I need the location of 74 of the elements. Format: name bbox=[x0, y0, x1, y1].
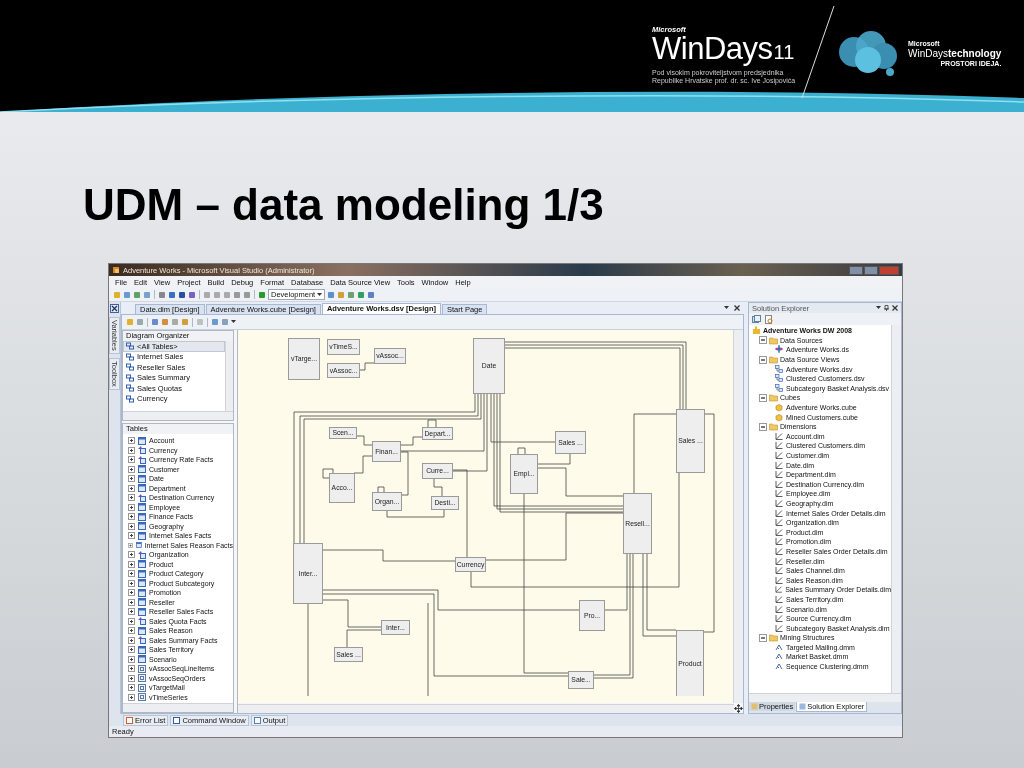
brand-logo-text: WinDays bbox=[652, 31, 773, 66]
dim-icon bbox=[775, 537, 784, 547]
partner-logo-text: WinDays bbox=[908, 48, 948, 59]
tab-icon bbox=[751, 703, 758, 710]
dsv-icon bbox=[775, 364, 784, 374]
dim-icon bbox=[775, 546, 784, 556]
scrollbar[interactable] bbox=[749, 693, 901, 702]
dim-icon bbox=[775, 451, 784, 460]
edition-text: 11 bbox=[773, 41, 795, 63]
partner-logo-bold-text: technology bbox=[948, 48, 1002, 59]
close-button[interactable] bbox=[879, 265, 899, 275]
dim-icon bbox=[775, 431, 784, 441]
dim-icon bbox=[775, 470, 784, 480]
dim-icon bbox=[775, 460, 784, 470]
dim-icon bbox=[775, 566, 784, 576]
tab-icon bbox=[799, 703, 807, 710]
app-icon bbox=[112, 266, 120, 274]
scrollbar[interactable] bbox=[238, 703, 734, 713]
caret-icon bbox=[231, 320, 236, 324]
scrollbar[interactable] bbox=[123, 703, 233, 712]
pan-icon bbox=[734, 703, 743, 713]
dropdown-icon bbox=[876, 306, 881, 310]
show-files-icon bbox=[764, 314, 773, 324]
dim-icon bbox=[775, 556, 784, 566]
dim-icon bbox=[775, 508, 784, 518]
dim-icon bbox=[775, 489, 784, 499]
dim-icon bbox=[775, 614, 784, 624]
tab-icon bbox=[253, 716, 261, 724]
dsv-icon bbox=[775, 383, 784, 393]
tab-icon bbox=[173, 716, 181, 724]
table-icon bbox=[138, 626, 146, 635]
collapse-icon[interactable] bbox=[759, 422, 767, 431]
mining-icon bbox=[775, 652, 784, 662]
scrollbar[interactable] bbox=[123, 411, 233, 420]
dim-icon bbox=[775, 499, 784, 508]
mining-icon bbox=[775, 642, 784, 652]
table-icon bbox=[138, 436, 146, 445]
collapse-icon[interactable] bbox=[759, 633, 767, 642]
slide-title: UDM – data modeling 1/3 bbox=[83, 179, 604, 231]
scrollbar[interactable] bbox=[733, 330, 743, 703]
maximize-button[interactable] bbox=[864, 265, 878, 275]
collapse-icon[interactable] bbox=[759, 355, 767, 364]
dim-icon bbox=[775, 594, 784, 604]
collapse-icon[interactable] bbox=[759, 336, 767, 345]
query-icon bbox=[138, 636, 146, 645]
collapse-icon[interactable] bbox=[759, 393, 767, 402]
dim-icon bbox=[775, 604, 784, 614]
dim-icon bbox=[775, 479, 784, 489]
folder-icon bbox=[769, 422, 778, 432]
folder-icon bbox=[769, 393, 778, 403]
query-icon bbox=[138, 617, 146, 626]
dsv-icon bbox=[775, 374, 784, 384]
tab-icon bbox=[126, 716, 133, 724]
dim-icon bbox=[775, 518, 784, 528]
dropdown-icon bbox=[724, 306, 729, 310]
close-icon bbox=[734, 305, 740, 311]
folder-icon bbox=[769, 633, 778, 643]
connector-line bbox=[358, 362, 375, 371]
caret-icon bbox=[317, 292, 323, 297]
query-icon bbox=[138, 493, 146, 502]
minimize-button[interactable] bbox=[849, 265, 863, 275]
query-icon bbox=[138, 550, 146, 559]
dim-icon bbox=[775, 527, 784, 537]
dim-icon bbox=[775, 441, 784, 451]
scrollbar[interactable] bbox=[225, 341, 233, 411]
solution-icon bbox=[752, 326, 761, 336]
pin-icon bbox=[884, 305, 889, 311]
close-icon bbox=[892, 305, 898, 311]
mining-icon bbox=[775, 662, 784, 672]
dim-icon bbox=[775, 575, 784, 585]
dim-icon bbox=[775, 623, 784, 633]
scrollbar[interactable] bbox=[891, 325, 901, 693]
datasource-icon bbox=[775, 345, 784, 355]
dim-icon bbox=[775, 585, 784, 595]
